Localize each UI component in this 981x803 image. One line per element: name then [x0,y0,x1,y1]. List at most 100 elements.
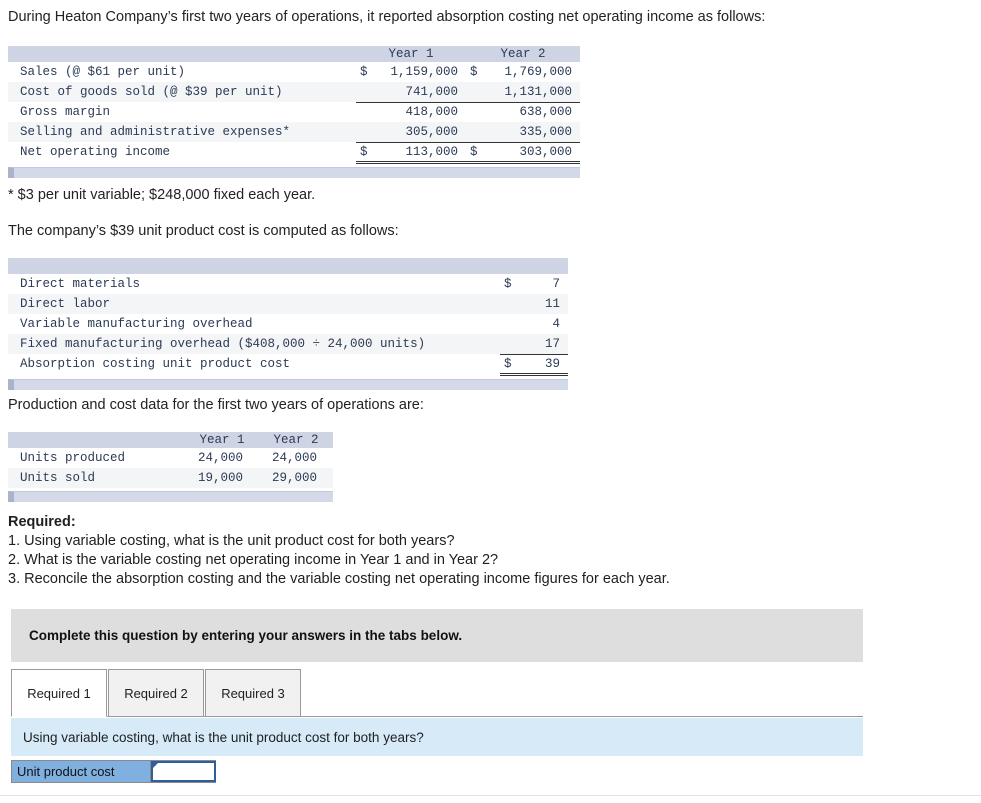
unit-product-cost-input[interactable] [151,761,216,782]
year-1-currency [356,102,372,122]
active-question-text: Using variable costing, what is the unit… [23,729,424,745]
table-row: Selling and administrative expenses* 305,… [8,122,581,143]
row-label: Net operating income [8,142,356,162]
table-row: Fixed manufacturing overhead ($408,000 ÷… [8,334,568,355]
row-label: Gross margin [8,102,356,122]
row-value: 17 [522,334,568,355]
table-row: Absorption costing unit product cost $39 [8,354,568,376]
col-header-blank [8,46,356,62]
instruction-banner: Complete this question by entering your … [11,609,863,662]
required-item-1: 1. Using variable costing, what is the u… [8,533,455,549]
tab-required-1-label: Required 1 [27,685,91,701]
answer-cell [150,761,216,782]
row-label: Units produced [8,448,185,468]
year-1-value: 1,159,000 [372,62,467,82]
year-2-value: 1,769,000 [486,62,581,82]
table-header-row [8,258,568,274]
absorption-income-statement-table: Year 1 Year 2 Sales (@ $61 per unit) $1,159… [8,46,581,164]
row-label: Direct materials [8,274,500,294]
row-label: Units sold [8,468,185,488]
intro-text: During Heaton Company’s first two years … [8,9,766,25]
required-heading: Required: [8,514,76,530]
col-header-year-1: Year 1 [356,46,467,62]
table-header-row: Year 1 Year 2 [8,432,333,448]
year-1-value: 418,000 [372,102,467,122]
production-units-table: Year 1 Year 2 Units produced 24,000 24,000 Un… [8,432,333,488]
row-label: Fixed manufacturing overhead ($408,000 ÷… [8,334,500,354]
tab-required-3[interactable]: Required 3 [205,669,301,717]
year-2-currency [466,102,487,122]
row-currency: $ [500,274,522,294]
product-cost-table-footer-bar [8,379,568,390]
row-value: 4 [522,314,568,334]
year-1-value: 113,000 [372,142,467,164]
row-value: 11 [522,294,568,314]
year-1-currency: $ [356,62,372,82]
year-2-value: 335,000 [486,122,581,143]
col-header-year-2: Year 2 [259,432,333,448]
row-value: 39 [522,354,568,376]
row-label: Cost of goods sold (@ $39 per unit) [8,82,356,102]
row-currency [500,314,522,334]
production-data-lead-text: Production and cost data for the first t… [8,397,424,413]
year-1-currency: $ [356,142,372,164]
absorption-unit-product-cost-table: Direct materials $7 Direct labor 11 Variable… [8,258,568,376]
row-label: Direct labor [8,294,500,314]
row-label: Selling and administrative expenses* [8,122,356,142]
table-row: Variable manufacturing overhead 4 [8,314,568,334]
product-cost-lead-text: The company’s $39 unit product cost is c… [8,223,399,239]
table-row: Units sold 19,000 29,000 [8,468,333,488]
row-label: Absorption costing unit product cost [8,354,500,374]
year-2-value: 638,000 [486,102,581,122]
tab-required-3-label: Required 3 [221,685,285,701]
year-1-currency [356,82,372,103]
table-row: Gross margin 418,000 638,000 [8,102,581,122]
year-2-value: 1,131,000 [486,82,581,103]
row-value: 7 [522,274,568,294]
row-label: Sales (@ $61 per unit) [8,62,356,82]
col-header-year-1: Year 1 [185,432,259,448]
page-bottom-divider [0,795,981,796]
table-row: Direct labor 11 [8,294,568,314]
year-2-currency: $ [466,62,487,82]
year-2-currency [466,122,487,143]
year-2-value: 24,000 [259,448,333,468]
year-1-value: 741,000 [372,82,467,103]
units-table-footer-bar [8,491,333,502]
col-header-blank [8,432,185,448]
year-2-value: 29,000 [259,468,333,488]
row-currency: $ [500,354,522,376]
tab-required-1[interactable]: Required 1 [11,669,107,717]
row-currency [500,294,522,314]
table-header-row: Year 1 Year 2 [8,46,581,62]
required-block: Required: 1. Using variable costing, wha… [8,513,670,589]
table-row: Units produced 24,000 24,000 [8,448,333,468]
tab-required-2[interactable]: Required 2 [108,669,204,717]
instruction-banner-text: Complete this question by entering your … [29,628,463,643]
year-1-value: 305,000 [372,122,467,143]
active-question-banner: Using variable costing, what is the unit… [11,718,863,756]
year-2-currency: $ [466,142,487,164]
required-item-2: 2. What is the variable costing net oper… [8,552,499,568]
year-1-value: 19,000 [185,468,259,488]
year-1-currency [356,122,372,143]
col-header-blank [8,258,568,274]
table-row: Direct materials $7 [8,274,568,294]
year-1-value: 24,000 [185,448,259,468]
table-row: Sales (@ $61 per unit) $1,159,000 $1,769,0… [8,62,581,82]
year-2-currency [466,82,487,103]
year-2-value: 303,000 [486,142,581,164]
income-table-footer-bar [8,167,580,178]
answer-row: Unit product cost [11,760,216,783]
required-item-3: 3. Reconcile the absorption costing and … [8,571,670,587]
row-currency [500,334,522,355]
table-row: Net operating income $113,000 $303,000 [8,142,581,164]
col-header-year-2: Year 2 [466,46,581,62]
row-label: Variable manufacturing overhead [8,314,500,334]
requirement-tabs: Required 1 Required 2 Required 3 [11,669,863,717]
answer-row-label: Unit product cost [12,761,150,782]
table-row: Cost of goods sold (@ $39 per unit) 741,0… [8,82,581,103]
question-page: During Heaton Company’s first two years … [0,0,981,803]
tab-required-2-label: Required 2 [124,685,188,701]
footnote-text: * $3 per unit variable; $248,000 fixed e… [8,187,316,203]
